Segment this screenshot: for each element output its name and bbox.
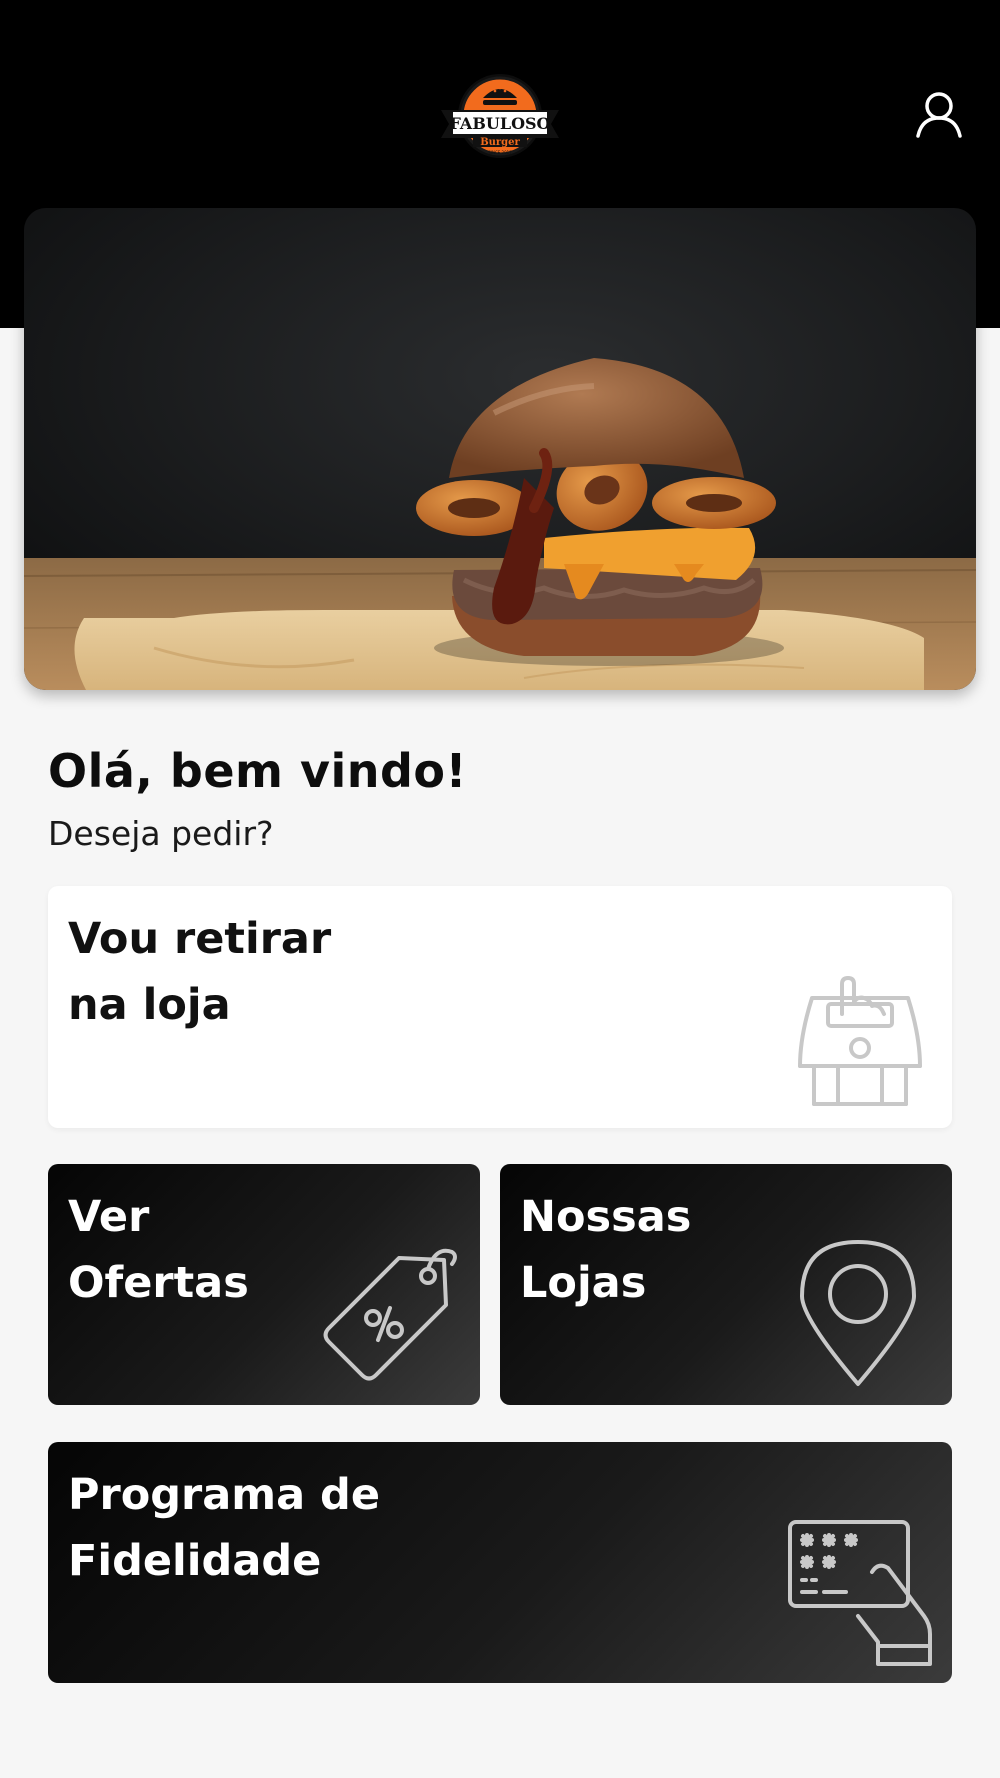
loyalty-program-button[interactable]: Programa de Fidelidade <box>48 1442 952 1683</box>
burger-image <box>24 208 976 690</box>
logo-name: FABULOSO <box>450 114 551 133</box>
logo-since: SINCE 2017 <box>488 150 512 155</box>
user-icon[interactable] <box>914 90 964 140</box>
pickup-in-store-button[interactable]: Vou retirar na loja <box>48 886 952 1128</box>
greeting-title: Olá, bem vindo! <box>48 744 467 798</box>
our-stores-button[interactable]: Nossas Lojas <box>500 1164 952 1405</box>
greeting-subtitle: Deseja pedir? <box>48 814 274 853</box>
view-offers-button[interactable]: Ver Ofertas <box>48 1164 480 1405</box>
hero-banner[interactable] <box>24 208 976 690</box>
loyalty-card-icon <box>788 1520 932 1666</box>
store-pickup-icon <box>798 976 922 1106</box>
logo-tagline: Burger <box>480 137 520 148</box>
loyalty-label: Programa de Fidelidade <box>68 1470 381 1586</box>
pickup-label: Vou retirar na loja <box>68 914 332 1030</box>
brand-logo[interactable]: FABULOSO Burger SINCE 2017 <box>437 72 563 164</box>
percent-tag-icon <box>323 1248 457 1381</box>
location-pin-icon <box>800 1240 916 1386</box>
